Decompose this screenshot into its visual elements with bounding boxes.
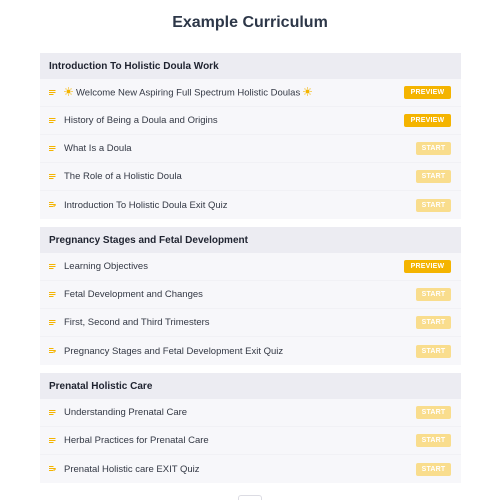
pagination-tab[interactable]: [238, 495, 262, 500]
curriculum-section: Prenatal Holistic Care Understanding Pren…: [40, 373, 461, 483]
lesson-title: The Role of a Holistic Doula: [64, 171, 182, 182]
lesson-title: Understanding Prenatal Care: [64, 407, 188, 418]
lesson-title: Pregnancy Stages and Fetal Development E…: [64, 345, 284, 357]
quiz-icon: [49, 466, 64, 472]
lesson-title: History of Being a Doula and Origins: [64, 115, 218, 126]
lines-icon: [49, 117, 64, 124]
start-button[interactable]: START: [416, 198, 451, 212]
start-button[interactable]: START: [416, 316, 451, 329]
lesson-row[interactable]: What Is a Doula START: [40, 135, 461, 163]
quiz-icon: [49, 202, 64, 208]
preview-button[interactable]: PREVIEW: [404, 114, 451, 127]
lesson-row[interactable]: Introduction To Holistic Doula Exit Quiz…: [40, 191, 461, 219]
start-button[interactable]: START: [416, 462, 451, 476]
lesson-row[interactable]: Pregnancy Stages and Fetal Development E…: [40, 337, 461, 365]
lines-icon: [49, 263, 64, 270]
quiz-icon: [49, 348, 64, 354]
sun-icon: [303, 86, 312, 99]
lesson-title: Prenatal Holistic care EXIT Quiz: [64, 463, 200, 475]
lines-icon: [49, 173, 64, 180]
curriculum-page: Example Curriculum Introduction To Holis…: [0, 0, 500, 500]
lines-icon: [49, 409, 64, 416]
lesson-row[interactable]: Learning Objectives PREVIEW: [40, 253, 461, 281]
lesson-title: Fetal Development and Changes: [64, 289, 203, 300]
lesson-title: First, Second and Third Trimesters: [64, 317, 210, 328]
lesson-row[interactable]: Fetal Development and Changes START: [40, 281, 461, 309]
lesson-row[interactable]: History of Being a Doula and Origins PREV…: [40, 107, 461, 135]
lines-icon: [49, 291, 64, 298]
lesson-row[interactable]: Understanding Prenatal Care START: [40, 399, 461, 427]
lesson-row[interactable]: Welcome New Aspiring Full Spectrum Holis…: [40, 79, 461, 107]
lesson-title: Introduction To Holistic Doula Exit Quiz: [64, 199, 228, 211]
lesson-title: Herbal Practices for Prenatal Care: [64, 435, 209, 446]
start-button[interactable]: START: [416, 434, 451, 447]
curriculum-list: Introduction To Holistic Doula Work Welco…: [40, 53, 461, 483]
lesson-row[interactable]: Herbal Practices for Prenatal Care START: [40, 427, 461, 455]
sun-icon: [64, 86, 73, 99]
lesson-title: Welcome New Aspiring Full Spectrum Holis…: [61, 86, 404, 99]
curriculum-section: Introduction To Holistic Doula Work Welco…: [40, 53, 461, 219]
start-button[interactable]: START: [416, 288, 451, 301]
preview-button[interactable]: PREVIEW: [404, 260, 451, 273]
section-title: Prenatal Holistic Care: [40, 373, 461, 399]
lesson-title: Learning Objectives: [64, 261, 148, 272]
start-button[interactable]: START: [416, 406, 451, 419]
lesson-title: What Is a Doula: [64, 143, 132, 154]
start-button[interactable]: START: [416, 142, 451, 155]
start-button[interactable]: START: [416, 170, 451, 183]
start-button[interactable]: START: [416, 344, 451, 358]
preview-button[interactable]: PREVIEW: [404, 86, 451, 99]
lines-icon: [49, 437, 64, 444]
lines-icon: [49, 319, 64, 326]
lines-icon: [49, 145, 64, 152]
section-title: Pregnancy Stages and Fetal Development: [40, 227, 461, 253]
lesson-row[interactable]: First, Second and Third Trimesters START: [40, 309, 461, 337]
lesson-row[interactable]: Prenatal Holistic care EXIT Quiz START: [40, 455, 461, 483]
lesson-row[interactable]: The Role of a Holistic Doula START: [40, 163, 461, 191]
page-title: Example Curriculum: [172, 14, 328, 31]
lesson-title-text: Welcome New Aspiring Full Spectrum Holis…: [76, 87, 301, 99]
section-title: Introduction To Holistic Doula Work: [40, 53, 461, 79]
curriculum-section: Pregnancy Stages and Fetal Development Le…: [40, 227, 461, 365]
